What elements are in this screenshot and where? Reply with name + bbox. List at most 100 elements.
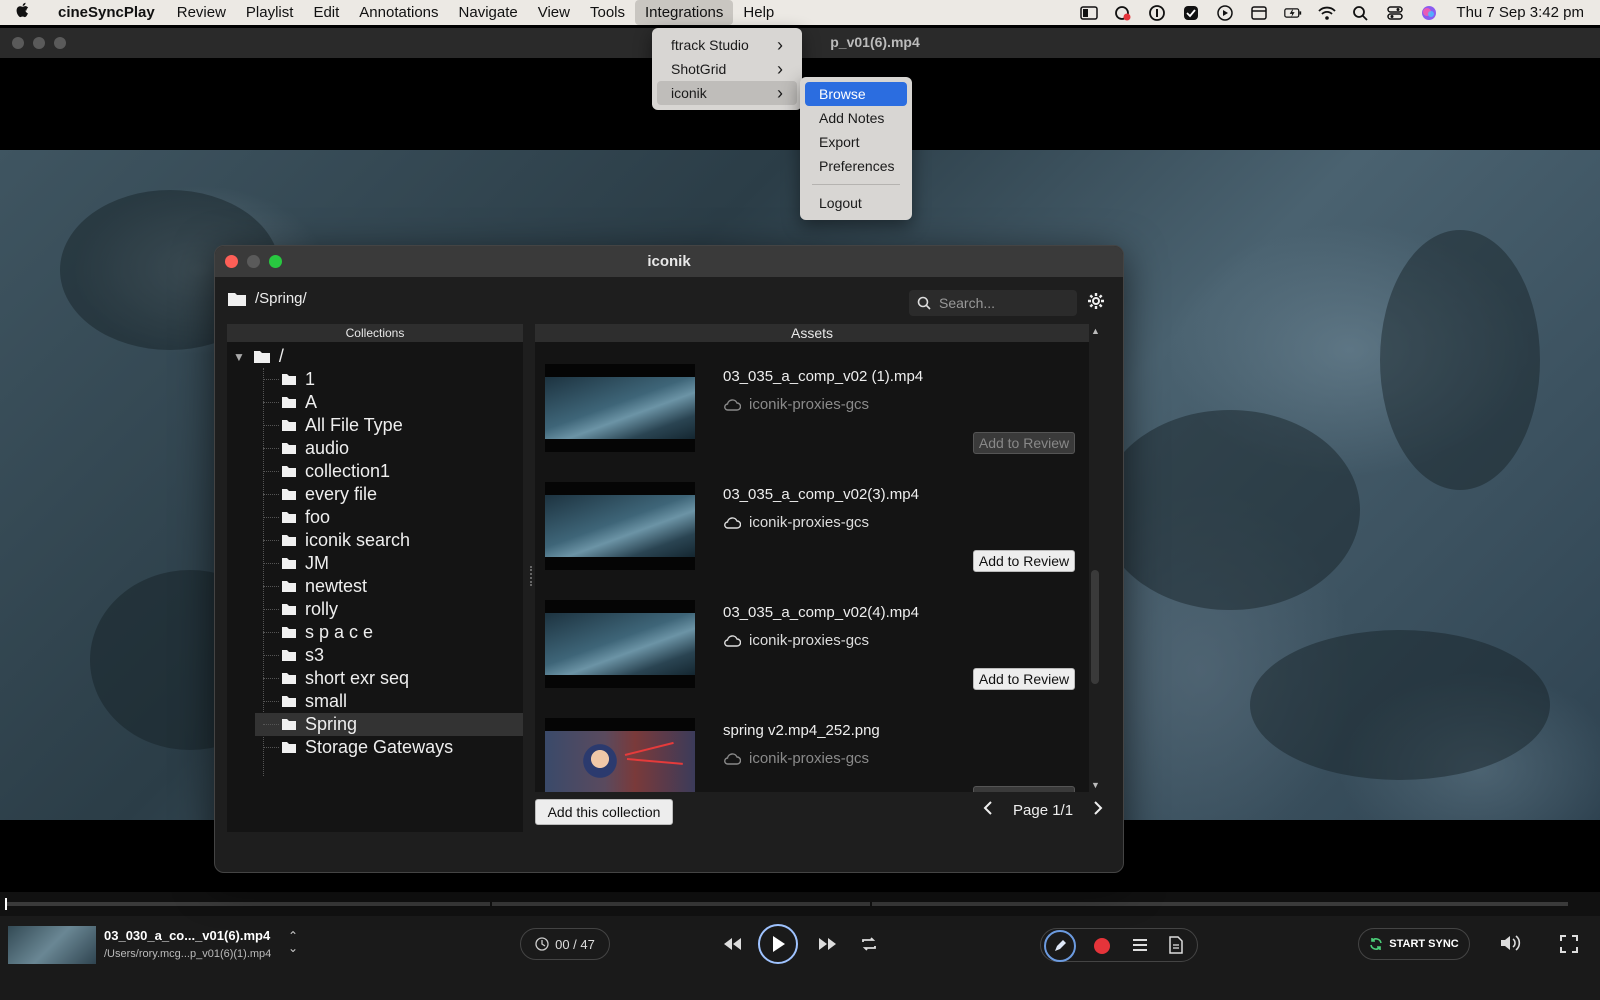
asset-row[interactable]: 03_035_a_comp_v02(4).mp4 iconik-proxies-g… xyxy=(545,600,1085,696)
collection-collection1[interactable]: collection1 xyxy=(255,460,523,483)
password-icon[interactable] xyxy=(1140,0,1174,25)
play-circle-icon[interactable] xyxy=(1208,0,1242,25)
scrollbar-thumb[interactable] xyxy=(1091,570,1099,684)
loop-button[interactable] xyxy=(858,934,880,954)
asset-thumbnail[interactable] xyxy=(545,482,695,570)
add-to-review-button[interactable]: Add to Review xyxy=(973,550,1075,572)
settings-button[interactable] xyxy=(1087,292,1105,315)
media-switch-chevron-icon[interactable]: ⌃ ⌄ xyxy=(288,930,298,954)
menu-playlist[interactable]: Playlist xyxy=(236,0,304,25)
collection-rolly[interactable]: rolly xyxy=(255,598,523,621)
menu-edit[interactable]: Edit xyxy=(303,0,349,25)
assets-scrollbar[interactable]: ▲ ▼ xyxy=(1089,324,1101,792)
collection-all-file-type[interactable]: All File Type xyxy=(255,414,523,437)
collection-audio[interactable]: audio xyxy=(255,437,523,460)
menu-integrations[interactable]: Integrations xyxy=(635,0,734,25)
add-to-review-button[interactable]: Add to Review xyxy=(973,786,1075,792)
scroll-up-icon[interactable]: ▲ xyxy=(1091,326,1100,336)
collections-header: Collections xyxy=(227,324,523,342)
media-thumbnail[interactable] xyxy=(8,926,96,964)
dialog-minimize-button[interactable] xyxy=(247,255,260,268)
play-button[interactable] xyxy=(758,924,798,964)
asset-thumbnail[interactable] xyxy=(545,718,695,792)
rewind-button[interactable] xyxy=(720,934,744,954)
search-input[interactable]: Search... xyxy=(909,290,1077,316)
calendar-icon[interactable] xyxy=(1242,0,1276,25)
asset-row[interactable]: spring v2.mp4_252.png iconik-proxies-gcs A… xyxy=(545,718,1085,792)
timeline-scrubber[interactable] xyxy=(0,892,1600,916)
tree-root[interactable]: ▼ / xyxy=(233,346,284,367)
pane-splitter[interactable] xyxy=(530,566,532,586)
cloud-icon xyxy=(723,752,741,765)
frame-counter[interactable]: 00 / 47 xyxy=(520,928,610,960)
scroll-down-icon[interactable]: ▼ xyxy=(1091,780,1100,790)
menu-view[interactable]: View xyxy=(528,0,580,25)
collection-s3[interactable]: s3 xyxy=(255,644,523,667)
spotlight-search-icon[interactable] xyxy=(1344,0,1378,25)
battery-icon[interactable] xyxy=(1276,0,1310,25)
fast-forward-button[interactable] xyxy=(816,934,840,954)
menu-item-ftrack-studio[interactable]: ftrack Studio › xyxy=(657,33,797,57)
start-sync-button[interactable]: START SYNC xyxy=(1358,928,1470,960)
collection-spring[interactable]: Spring xyxy=(255,713,523,736)
asset-row[interactable]: 03_035_a_comp_v02(3).mp4 iconik-proxies-g… xyxy=(545,482,1085,578)
timeline-track[interactable] xyxy=(6,902,1568,906)
control-center-icon[interactable] xyxy=(1378,0,1412,25)
playhead[interactable] xyxy=(5,898,7,910)
folder-icon xyxy=(281,741,297,754)
menu-tools[interactable]: Tools xyxy=(580,0,635,25)
next-page-button[interactable] xyxy=(1093,801,1103,819)
task-check-icon[interactable] xyxy=(1174,0,1208,25)
folder-icon xyxy=(228,292,246,306)
menu-item-shotgrid[interactable]: ShotGrid › xyxy=(657,57,797,81)
collection-every-file[interactable]: every file xyxy=(255,483,523,506)
collection-small[interactable]: small xyxy=(255,690,523,713)
add-to-review-button[interactable]: Add to Review xyxy=(973,432,1075,454)
menu-help[interactable]: Help xyxy=(733,0,784,25)
apple-menu-icon[interactable] xyxy=(0,2,44,23)
loop-icon xyxy=(862,937,876,951)
app-name[interactable]: cineSyncPlay xyxy=(44,4,167,21)
collection-iconik-search[interactable]: iconik search xyxy=(255,529,523,552)
window-icon[interactable] xyxy=(1072,0,1106,25)
menu-item-add-notes[interactable]: Add Notes xyxy=(805,106,907,130)
menu-item-browse[interactable]: Browse xyxy=(805,82,907,106)
collection-1[interactable]: 1 xyxy=(255,368,523,391)
asset-thumbnail[interactable] xyxy=(545,600,695,688)
add-this-collection-button[interactable]: Add this collection xyxy=(535,799,673,825)
collection-jm[interactable]: JM xyxy=(255,552,523,575)
menu-bar: cineSyncPlay Review Playlist Edit Annotatio… xyxy=(0,0,1600,25)
dialog-zoom-button[interactable] xyxy=(269,255,282,268)
draw-button[interactable] xyxy=(1044,930,1076,962)
menu-item-export[interactable]: Export xyxy=(805,130,907,154)
menu-item-iconik[interactable]: iconik › xyxy=(657,81,797,105)
creative-cloud-icon[interactable] xyxy=(1106,0,1140,25)
wifi-icon[interactable] xyxy=(1310,0,1344,25)
siri-icon[interactable] xyxy=(1412,0,1446,25)
record-button[interactable] xyxy=(1094,938,1110,954)
collection-short-exr-seq[interactable]: short exr seq xyxy=(255,667,523,690)
menu-annotations[interactable]: Annotations xyxy=(349,0,448,25)
collection-storage-gateways[interactable]: Storage Gateways xyxy=(255,736,523,759)
collection-newtest[interactable]: newtest xyxy=(255,575,523,598)
playlist-button[interactable] xyxy=(1130,936,1150,954)
fullscreen-button[interactable] xyxy=(1558,934,1580,954)
menu-review[interactable]: Review xyxy=(167,0,236,25)
previous-page-button[interactable] xyxy=(983,801,993,819)
expand-triangle-icon[interactable]: ▼ xyxy=(233,350,245,364)
media-name[interactable]: 03_030_a_co..._v01(6).mp4 xyxy=(104,928,270,943)
volume-button[interactable] xyxy=(1498,932,1522,954)
menu-navigate[interactable]: Navigate xyxy=(449,0,528,25)
collection-foo[interactable]: foo xyxy=(255,506,523,529)
asset-thumbnail[interactable] xyxy=(545,364,695,452)
dialog-close-button[interactable] xyxy=(225,255,238,268)
menubar-clock[interactable]: Thu 7 Sep 3:42 pm xyxy=(1446,4,1584,21)
add-to-review-button[interactable]: Add to Review xyxy=(973,668,1075,690)
menu-item-logout[interactable]: Logout xyxy=(805,191,907,215)
menu-item-preferences[interactable]: Preferences xyxy=(805,154,907,178)
asset-row[interactable]: 03_035_a_comp_v02 (1).mp4 iconik-proxies-… xyxy=(545,364,1085,460)
pagination: Page 1/1 xyxy=(983,801,1103,819)
collection-s-p-a-c-e[interactable]: s p a c e xyxy=(255,621,523,644)
notes-button[interactable] xyxy=(1166,934,1186,956)
collection-a[interactable]: A xyxy=(255,391,523,414)
